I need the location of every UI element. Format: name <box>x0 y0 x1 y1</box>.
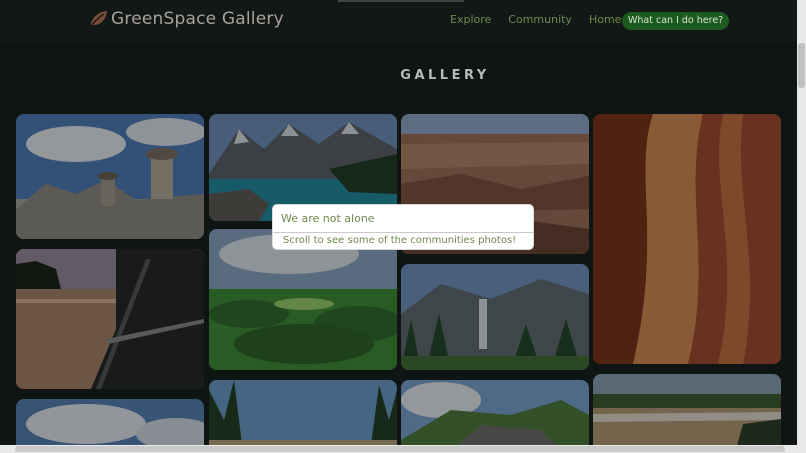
vertical-scrollbar[interactable] <box>797 0 806 453</box>
page-title: GALLERY <box>400 68 490 83</box>
vertical-scroll-thumb[interactable] <box>798 43 805 88</box>
gallery-photo-river-falls[interactable] <box>593 374 781 453</box>
tooltip-title: We are not alone <box>281 212 375 225</box>
horizontal-scroll-thumb[interactable] <box>15 446 785 452</box>
gallery-photo-waterfall[interactable] <box>401 264 589 370</box>
gallery-photo-forest-lake[interactable] <box>209 380 397 453</box>
gallery-photo-slot-canyon[interactable] <box>593 114 781 364</box>
gallery-photo-lake-boat[interactable] <box>16 249 204 389</box>
gallery-photo-golf-course[interactable] <box>209 229 397 370</box>
tooltip-divider <box>273 232 533 233</box>
gallery-photo-rocky-ridge[interactable] <box>401 380 589 453</box>
tooltip-body: Scroll to see some of the communities ph… <box>283 235 517 246</box>
horizontal-scrollbar[interactable] <box>0 445 797 453</box>
gallery-photo-hoodoos[interactable] <box>16 114 204 239</box>
intro-tooltip: We are not alone Scroll to see some of t… <box>272 204 534 250</box>
